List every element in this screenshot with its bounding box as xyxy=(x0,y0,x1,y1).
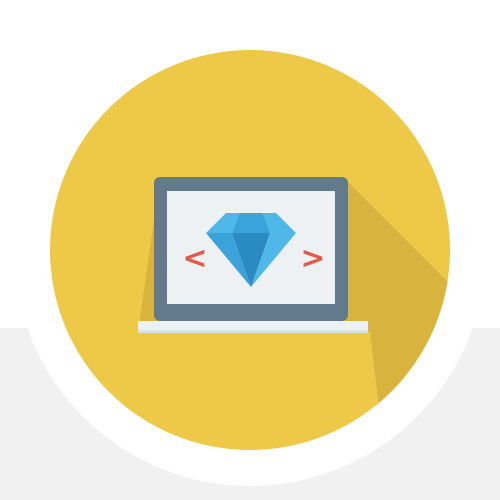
right-bracket-icon: > xyxy=(300,241,325,276)
left-bracket-icon: < xyxy=(182,241,207,276)
icon-canvas: < > xyxy=(0,0,500,500)
laptop-base-shade xyxy=(138,330,368,333)
laptop-diamond-code-icon: < > xyxy=(0,0,500,500)
laptop-base xyxy=(138,321,368,330)
